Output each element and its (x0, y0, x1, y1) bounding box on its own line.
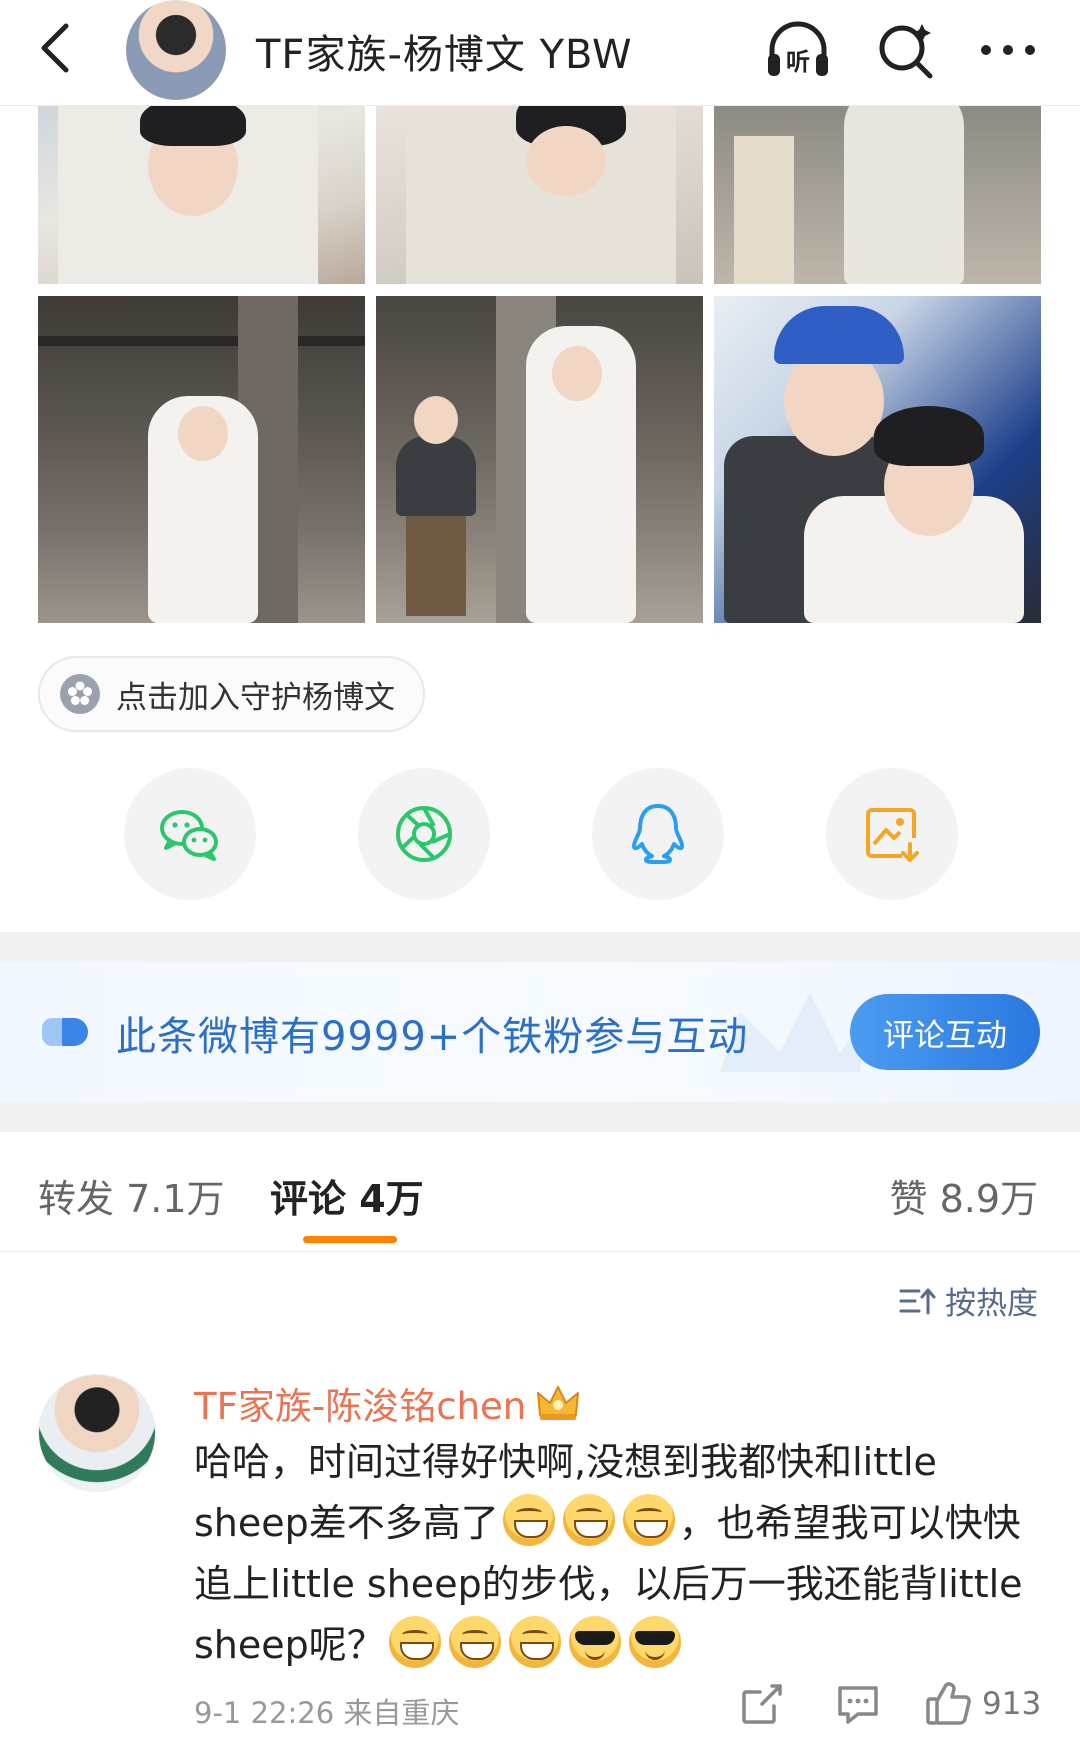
tab-like[interactable]: 赞 8.9万 (889, 1168, 1038, 1223)
join-guard-label: 点击加入守护杨博文 (116, 679, 395, 716)
share-moments-button[interactable] (358, 768, 490, 900)
share-qq-button[interactable] (592, 768, 724, 900)
section-divider (0, 932, 1080, 962)
sunglasses-emoji-icon (628, 1616, 681, 1668)
double-arrow-icon (42, 1018, 88, 1046)
svg-text:听: 听 (786, 48, 810, 76)
comment-meta: 9-1 22:26 来自重庆 (194, 1696, 460, 1730)
fan-interaction-banner[interactable]: 此条微博有9999+个铁粉参与互动 评论互动 (0, 962, 1080, 1102)
comment-bubble-icon (838, 1686, 878, 1724)
search-icon[interactable] (870, 14, 942, 86)
grin-emoji-icon (502, 1494, 555, 1546)
photo-4[interactable] (38, 296, 365, 623)
grin-emoji-icon (508, 1616, 561, 1668)
grin-emoji-icon (448, 1616, 501, 1668)
save-image-icon (866, 808, 919, 862)
headphones-icon[interactable]: 听 (762, 14, 834, 86)
more-dots-icon[interactable] (972, 14, 1044, 86)
comment-share-button[interactable] (738, 1676, 786, 1732)
crown-badge-icon (537, 1386, 580, 1420)
grin-emoji-icon (388, 1616, 441, 1668)
sort-icon (899, 1288, 936, 1314)
photo-1[interactable] (38, 106, 365, 284)
section-divider (0, 1102, 1080, 1132)
sort-by-hot-button[interactable]: 按热度 (897, 1278, 1038, 1323)
flower-icon (60, 674, 100, 714)
qq-icon (632, 804, 684, 864)
wechat-icon (160, 810, 218, 861)
sort-label: 按热度 (945, 1286, 1038, 1322)
grin-emoji-icon (622, 1494, 675, 1546)
chevron-left-icon[interactable] (28, 18, 88, 78)
share-wechat-button[interactable] (124, 768, 256, 900)
join-guard-button[interactable]: 点击加入守护杨博文 (38, 656, 425, 732)
photo-3[interactable] (714, 106, 1041, 284)
share-icon (742, 1684, 782, 1724)
engagement-tabs: 转发 7.1万 评论 4万 赞 8.9万 (0, 1132, 1080, 1252)
top-nav-bar: TF家族-杨博文 YBW 听 (0, 0, 1080, 106)
thumbs-up-icon (926, 1682, 971, 1725)
comment-reply-button[interactable] (834, 1676, 882, 1732)
photo-6[interactable] (714, 296, 1041, 623)
active-tab-indicator (303, 1236, 397, 1243)
like-count: 913 (982, 1686, 1042, 1722)
comment-like-button[interactable]: 913 (924, 1676, 1041, 1732)
save-image-button[interactable] (826, 768, 958, 900)
fan-interaction-text: 此条微博有9999+个铁粉参与互动 (116, 1014, 749, 1060)
photo-5[interactable] (376, 296, 703, 623)
tab-comment[interactable]: 评论 4万 (270, 1168, 424, 1223)
comment-body: 哈哈，时间过得好快啊,没想到我都快和little sheep差不多高了 ，也希望我… (194, 1432, 1040, 1676)
sunglasses-emoji-icon (568, 1616, 621, 1668)
author-avatar[interactable] (126, 0, 226, 100)
photo-2[interactable] (376, 106, 703, 284)
grin-emoji-icon (562, 1494, 615, 1546)
commenter-avatar[interactable] (38, 1374, 156, 1492)
comment-interact-button[interactable]: 评论互动 (850, 994, 1040, 1070)
commenter-name-text: TF家族-陈浚铭chen (194, 1385, 527, 1428)
tab-repost[interactable]: 转发 7.1万 (38, 1168, 225, 1223)
moments-icon (396, 806, 452, 862)
page-title[interactable]: TF家族-杨博文 YBW (256, 22, 633, 80)
commenter-name[interactable]: TF家族-陈浚铭chen (194, 1376, 582, 1430)
